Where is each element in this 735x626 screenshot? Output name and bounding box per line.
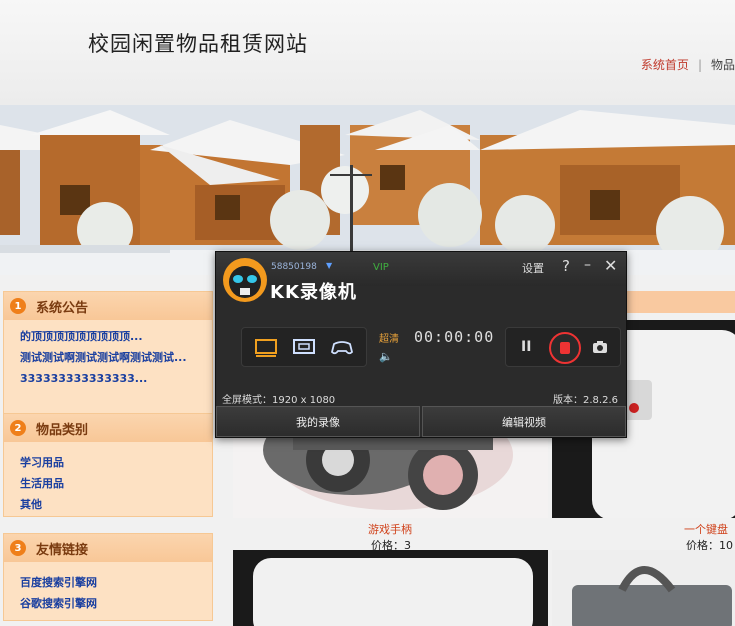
section-number-badge: 1 [10, 298, 26, 314]
close-icon[interactable]: ✕ [604, 256, 617, 275]
screenshot-camera-icon[interactable] [592, 340, 608, 354]
version-label: 版本：2.8.2.6 [553, 395, 618, 406]
minimize-icon[interactable]: – [584, 257, 591, 273]
product-image-row2-right[interactable] [552, 550, 735, 626]
categories-title: 物品类别 [36, 422, 89, 438]
announcement-item[interactable]: 333333333333333... [20, 368, 212, 389]
record-mode-group [241, 327, 367, 367]
fullscreen-mode-icon[interactable] [254, 337, 278, 357]
announcements-box: 1 系统公告 的顶顶顶顶顶顶顶顶顶... 测试测试啊测试测试啊测试测试... 3… [3, 291, 213, 415]
volume-icon[interactable]: 🔈 [379, 350, 393, 363]
nav-home-link[interactable]: 系统首页 [641, 58, 689, 72]
kk-recorder-window[interactable]: 58850198 ▼ VIP 设置 ? – ✕ KK录像机 超清 🔈 00:00… [215, 251, 627, 438]
categories-box: 2 物品类别 学习用品 生活用品 其他 [3, 413, 213, 517]
announcements-list: 的顶顶顶顶顶顶顶顶顶... 测试测试啊测试测试啊测试测试... 33333333… [4, 320, 212, 395]
page: 校园闲置物品租赁网站 系统首页 | 物品 1 系统公告 的顶顶顶顶顶顶顶顶顶..… [0, 0, 735, 626]
site-title: 校园闲置物品租赁网站 [88, 32, 308, 56]
stop-icon [560, 342, 570, 354]
announcements-title: 系统公告 [36, 300, 89, 316]
category-item[interactable]: 学习用品 [20, 452, 212, 473]
account-dropdown-icon[interactable]: ▼ [326, 261, 332, 270]
friend-link-item[interactable]: 谷歌搜索引擎网 [20, 593, 212, 614]
product-image-row2-left[interactable] [233, 550, 548, 626]
user-id: 58850198 [271, 262, 317, 272]
record-timer: 00:00:00 [414, 328, 495, 346]
links-list: 百度搜索引擎网 谷歌搜索引擎网 [4, 562, 212, 620]
categories-list: 学习用品 生活用品 其他 [4, 442, 212, 521]
category-item[interactable]: 生活用品 [20, 473, 212, 494]
links-box: 3 友情链接 百度搜索引擎网 谷歌搜索引擎网 [3, 533, 213, 621]
region-mode-icon[interactable] [292, 337, 316, 357]
app-name: KK录像机 [270, 282, 357, 303]
banner-illustration [0, 105, 735, 275]
announcements-header: 1 系统公告 [4, 292, 212, 320]
kk-logo-icon [223, 258, 267, 302]
nav-items-link[interactable]: 物品 [711, 58, 735, 72]
announcement-item[interactable]: 的顶顶顶顶顶顶顶顶顶... [20, 326, 212, 347]
product-name[interactable]: 一个键盘 [684, 521, 728, 537]
product-name[interactable]: 游戏手柄 [368, 521, 412, 537]
nav-separator: | [697, 58, 702, 72]
vip-badge[interactable]: VIP [373, 262, 389, 273]
products-header-bar [620, 291, 735, 313]
links-title: 友情链接 [36, 542, 89, 558]
site-header: 校园闲置物品租赁网站 系统首页 | 物品 [0, 0, 735, 105]
categories-header: 2 物品类别 [4, 414, 212, 442]
pause-button[interactable]: II [521, 339, 531, 355]
friend-link-item[interactable]: 百度搜索引擎网 [20, 572, 212, 593]
record-stop-button[interactable] [549, 332, 581, 364]
help-icon[interactable]: ? [562, 257, 570, 275]
record-controls: II [505, 327, 621, 367]
links-header: 3 友情链接 [4, 534, 212, 562]
quality-selector[interactable]: 超清 [379, 330, 399, 345]
settings-button[interactable]: 设置 [522, 260, 544, 276]
fullscreen-resolution: 全屏模式：1920 x 1080 [222, 395, 336, 406]
game-mode-icon[interactable] [330, 337, 354, 357]
edit-video-button[interactable]: 编辑视频 [422, 406, 626, 437]
device-photo-2 [233, 550, 548, 626]
bag-photo [552, 550, 735, 626]
banner-image [0, 105, 735, 275]
my-recordings-button[interactable]: 我的录像 [216, 406, 420, 437]
top-nav: 系统首页 | 物品 [641, 56, 735, 73]
section-number-badge: 3 [10, 540, 26, 556]
announcement-item[interactable]: 测试测试啊测试测试啊测试测试... [20, 347, 212, 368]
section-number-badge: 2 [10, 420, 26, 436]
category-item[interactable]: 其他 [20, 494, 212, 515]
